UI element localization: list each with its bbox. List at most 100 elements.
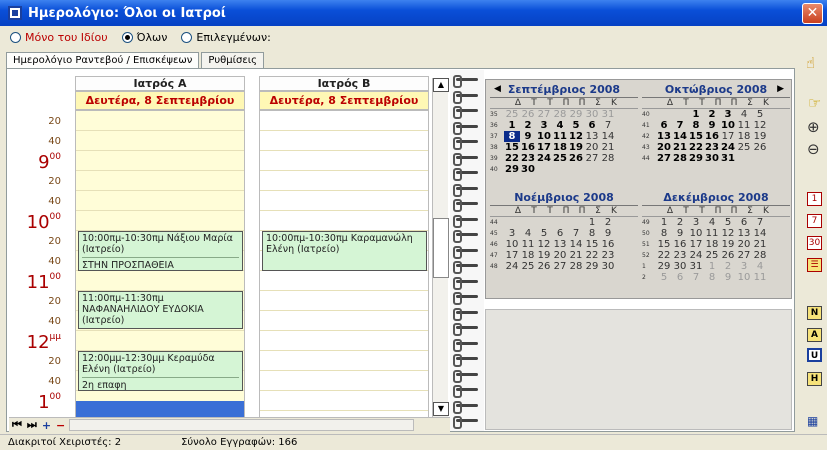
- calendar-day[interactable]: 28: [600, 153, 616, 164]
- calendar-day[interactable]: 18: [552, 142, 568, 153]
- calendar-day[interactable]: 15: [584, 239, 600, 250]
- calendar-day[interactable]: 3: [720, 109, 736, 120]
- calendar-day[interactable]: 18: [704, 239, 720, 250]
- calendar-icon[interactable]: ▦: [807, 414, 818, 428]
- calendar-day[interactable]: 26: [720, 250, 736, 261]
- zoom-out-icon[interactable]: ⊖: [807, 140, 820, 158]
- calendar-day[interactable]: 17: [504, 250, 520, 261]
- calendar-day[interactable]: 22: [504, 153, 520, 164]
- calendar-day[interactable]: 28: [552, 109, 568, 120]
- calendar-day[interactable]: 19: [720, 239, 736, 250]
- calendar-day[interactable]: 9: [672, 228, 688, 239]
- time-slot[interactable]: [260, 111, 428, 131]
- calendar-day[interactable]: 26: [752, 142, 768, 153]
- calendar-day[interactable]: 31: [600, 109, 616, 120]
- calendar-day[interactable]: 10: [736, 272, 752, 283]
- calendar-day[interactable]: 27: [552, 261, 568, 272]
- calendar-day[interactable]: 3: [688, 217, 704, 228]
- first-record-icon[interactable]: ⏮: [12, 418, 22, 432]
- calendar-day[interactable]: 5: [752, 109, 768, 120]
- pointer-icon[interactable]: ☞: [808, 94, 821, 112]
- time-slot[interactable]: [76, 151, 244, 171]
- calendar-day[interactable]: 13: [552, 239, 568, 250]
- time-slot[interactable]: [260, 391, 428, 411]
- calendar-day[interactable]: 29: [568, 109, 584, 120]
- calendar-day[interactable]: 20: [552, 250, 568, 261]
- calendar-day[interactable]: 23: [672, 250, 688, 261]
- calendar-day[interactable]: 11: [736, 120, 752, 131]
- calendar-day[interactable]: 7: [672, 120, 688, 131]
- calendar-day[interactable]: 29: [584, 261, 600, 272]
- calendar-day[interactable]: 24: [688, 250, 704, 261]
- calendar-day[interactable]: 4: [752, 261, 768, 272]
- calendar-day[interactable]: 2: [720, 261, 736, 272]
- a-mode-icon[interactable]: A: [807, 328, 822, 342]
- time-slot[interactable]: [76, 211, 244, 231]
- time-slot[interactable]: [260, 171, 428, 191]
- time-slot[interactable]: [76, 131, 244, 151]
- calendar-day[interactable]: 3: [536, 120, 552, 131]
- appointment[interactable]: 11:00πμ-11:30πμ ΝΑΦΑΝΑΗΛΙΔΟΥ ΕΥΔΟΚΙΑ (Ια…: [78, 291, 243, 329]
- previous-month-arrow-icon[interactable]: ◀: [494, 84, 501, 94]
- calendar-day[interactable]: 5: [720, 217, 736, 228]
- last-record-icon[interactable]: ⏭: [27, 418, 37, 432]
- calendar-day[interactable]: 28: [568, 261, 584, 272]
- calendar-day[interactable]: 12: [752, 120, 768, 131]
- calendar-day[interactable]: 21: [672, 142, 688, 153]
- calendar-day[interactable]: 4: [520, 228, 536, 239]
- h-mode-icon[interactable]: H: [807, 372, 822, 386]
- scroll-up-arrow-icon[interactable]: ▲: [433, 78, 449, 92]
- scroll-down-arrow-icon[interactable]: ▼: [433, 402, 449, 416]
- calendar-day[interactable]: 25: [504, 109, 520, 120]
- calendar-day[interactable]: 20: [736, 239, 752, 250]
- calendar-day[interactable]: 16: [704, 131, 720, 142]
- calendar-day[interactable]: 30: [520, 164, 536, 175]
- calendar-day[interactable]: 7: [600, 120, 616, 131]
- calendar-day[interactable]: 6: [584, 120, 600, 131]
- calendar-day[interactable]: 19: [752, 131, 768, 142]
- calendar-day[interactable]: 7: [568, 228, 584, 239]
- week-view-icon[interactable]: 7: [807, 214, 822, 228]
- calendar-day[interactable]: 23: [704, 142, 720, 153]
- calendar-day[interactable]: 13: [736, 228, 752, 239]
- calendar-day[interactable]: 22: [656, 250, 672, 261]
- calendar-day[interactable]: 24: [536, 153, 552, 164]
- calendar-day[interactable]: 3: [736, 261, 752, 272]
- doctor-b-column[interactable]: 10:00πμ-10:30πμ Καραμανώλη Ελένη (Ιατρεί…: [259, 110, 429, 431]
- calendar-day[interactable]: 20: [584, 142, 600, 153]
- calendar-day[interactable]: 2: [672, 217, 688, 228]
- calendar-day[interactable]: 2: [520, 120, 536, 131]
- calendar-day[interactable]: 27: [736, 250, 752, 261]
- calendar-day[interactable]: 31: [720, 153, 736, 164]
- calendar-day[interactable]: 6: [552, 228, 568, 239]
- calendar-day[interactable]: 30: [584, 109, 600, 120]
- calendar-day[interactable]: 27: [656, 153, 672, 164]
- calendar-day[interactable]: 25: [552, 153, 568, 164]
- calendar-day[interactable]: 19: [568, 142, 584, 153]
- calendar-day[interactable]: 10: [504, 239, 520, 250]
- calendar-day[interactable]: 25: [520, 261, 536, 272]
- calendar-day[interactable]: 9: [520, 131, 536, 142]
- u-mode-icon[interactable]: U: [807, 348, 822, 362]
- appointment[interactable]: 10:00πμ-10:30πμ Καραμανώλη Ελένη (Ιατρεί…: [262, 231, 427, 271]
- calendar-day[interactable]: 25: [736, 142, 752, 153]
- calendar-day[interactable]: 11: [752, 272, 768, 283]
- calendar-day[interactable]: 22: [688, 142, 704, 153]
- time-slot[interactable]: [76, 171, 244, 191]
- delete-record-button[interactable]: −: [56, 419, 65, 432]
- calendar-day[interactable]: 27: [584, 153, 600, 164]
- calendar-day[interactable]: 8: [656, 228, 672, 239]
- calendar-day[interactable]: 18: [520, 250, 536, 261]
- calendar-day[interactable]: 13: [584, 131, 600, 142]
- calendar-day[interactable]: 17: [720, 131, 736, 142]
- calendar-day[interactable]: 9: [600, 228, 616, 239]
- filter-selected[interactable]: Επιλεγμένων:: [181, 31, 271, 44]
- calendar-day[interactable]: 28: [672, 153, 688, 164]
- calendar-day[interactable]: 26: [568, 153, 584, 164]
- tab-settings[interactable]: Ρυθμίσεις: [201, 52, 265, 68]
- calendar-day[interactable]: 21: [568, 250, 584, 261]
- calendar-day[interactable]: 11: [520, 239, 536, 250]
- time-slot[interactable]: [76, 111, 244, 131]
- time-slot[interactable]: [260, 191, 428, 211]
- calendar-day[interactable]: 15: [504, 142, 520, 153]
